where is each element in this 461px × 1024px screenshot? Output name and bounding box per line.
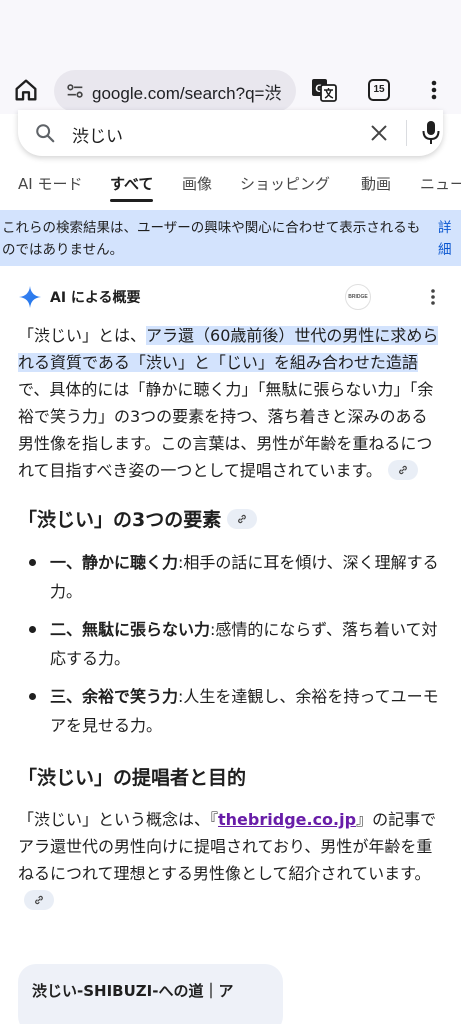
item-term: 一、静かに聴く力 <box>50 553 179 572</box>
bullet-dot <box>29 626 36 633</box>
citation-link-icon[interactable] <box>24 889 54 910</box>
source-logo[interactable]: BRIDGE <box>345 284 371 310</box>
proponent-paragraph: 「渋じい」という概念は、『thebridge.co.jp』の記事でアラ還世代の男… <box>18 806 443 914</box>
personalization-notice: これらの検索結果は、ユーザーの興味や関心に合わせて表示されるものではありません。… <box>0 210 461 266</box>
source-link[interactable]: thebridge.co.jp <box>218 810 356 829</box>
translate-icon[interactable]: G <box>310 76 338 104</box>
list-item: 一、静かに聴く力:相手の話に耳を傾け、深く理解する力。 <box>18 548 443 606</box>
bullet-dot <box>29 693 36 700</box>
browser-toolbar: google.com/search?q=渋 G 15 <box>0 66 461 114</box>
search-icon <box>34 122 56 144</box>
bullet-dot <box>29 559 36 566</box>
intro-text-rest: で、具体的には「静かに聴く力」「無駄に張らない力」「余裕で笑う力」の3つの要素を… <box>18 380 434 480</box>
search-input[interactable]: 渋じい <box>72 122 123 147</box>
page: google.com/search?q=渋 G 15 渋じい AI モード すべ… <box>0 0 461 1024</box>
source-card[interactable]: 渋じい-SHIBUZI-への道｜ア <box>18 964 283 1024</box>
section-heading-text: 「渋じい」の3つの要素 <box>18 509 222 531</box>
notice-text: これらの検索結果は、ユーザーの興味や関心に合わせて表示されるものではありません。 <box>2 220 421 258</box>
ai-overview-title: AI による概要 <box>50 290 141 306</box>
ai-overview-header: AI による概要 BRIDGE <box>0 282 461 312</box>
close-icon[interactable] <box>368 122 390 144</box>
tab-all[interactable]: すべて <box>110 170 154 204</box>
tab-images[interactable]: 画像 <box>182 170 212 204</box>
list-item: 二、無駄に張らない力:感情的にならず、落ち着いて対応する力。 <box>18 615 443 673</box>
tab-shopping[interactable]: ショッピング <box>240 170 330 204</box>
divider <box>406 120 407 146</box>
tab-ai-mode[interactable]: AI モード <box>18 170 82 204</box>
tab-news[interactable]: ニュー <box>420 170 461 204</box>
ai-overview-content: 「渋じい」とは、アラ還（60歳前後）世代の男性に求められる資質である「渋い」と「… <box>18 322 443 914</box>
more-vert-icon[interactable] <box>424 78 444 102</box>
list-item: 三、余裕で笑う力:人生を達観し、余裕を持ってユーモアを見せる力。 <box>18 682 443 740</box>
tune-icon[interactable] <box>64 80 86 102</box>
item-term: 二、無駄に張らない力 <box>50 620 211 639</box>
section-heading-elements: 「渋じい」の3つの要素 <box>18 506 443 534</box>
search-tabs: AI モード すべて 画像 ショッピング 動画 ニュー <box>0 170 461 204</box>
intro-paragraph: 「渋じい」とは、アラ還（60歳前後）世代の男性に求められる資質である「渋い」と「… <box>18 322 443 484</box>
source-card-title: 渋じい-SHIBUZI-への道｜ア <box>32 982 234 1000</box>
item-term: 三、余裕で笑う力 <box>50 687 179 706</box>
search-box[interactable]: 渋じい <box>18 110 443 156</box>
more-vert-icon[interactable] <box>428 286 438 308</box>
tab-switcher-button[interactable]: 15 <box>368 79 390 101</box>
elements-list: 一、静かに聴く力:相手の話に耳を傾け、深く理解する力。 二、無駄に張らない力:感… <box>18 548 443 740</box>
intro-text: 「渋じい」とは、 <box>18 326 147 345</box>
section-heading-proponent: 「渋じい」の提唱者と目的 <box>18 767 247 789</box>
citation-link-icon[interactable] <box>387 459 418 480</box>
notice-details-link[interactable]: 詳細 <box>438 217 456 261</box>
status-bar <box>0 0 461 66</box>
address-bar[interactable]: google.com/search?q=渋 <box>54 70 296 112</box>
tab-videos[interactable]: 動画 <box>361 170 391 204</box>
sparkle-icon <box>18 285 42 309</box>
url-text: google.com/search?q=渋 <box>92 83 282 103</box>
mic-icon[interactable] <box>420 118 442 146</box>
home-icon[interactable] <box>12 76 40 104</box>
citation-link-icon[interactable] <box>227 508 258 529</box>
proponent-text: 「渋じい」という概念は、『 <box>18 810 219 829</box>
